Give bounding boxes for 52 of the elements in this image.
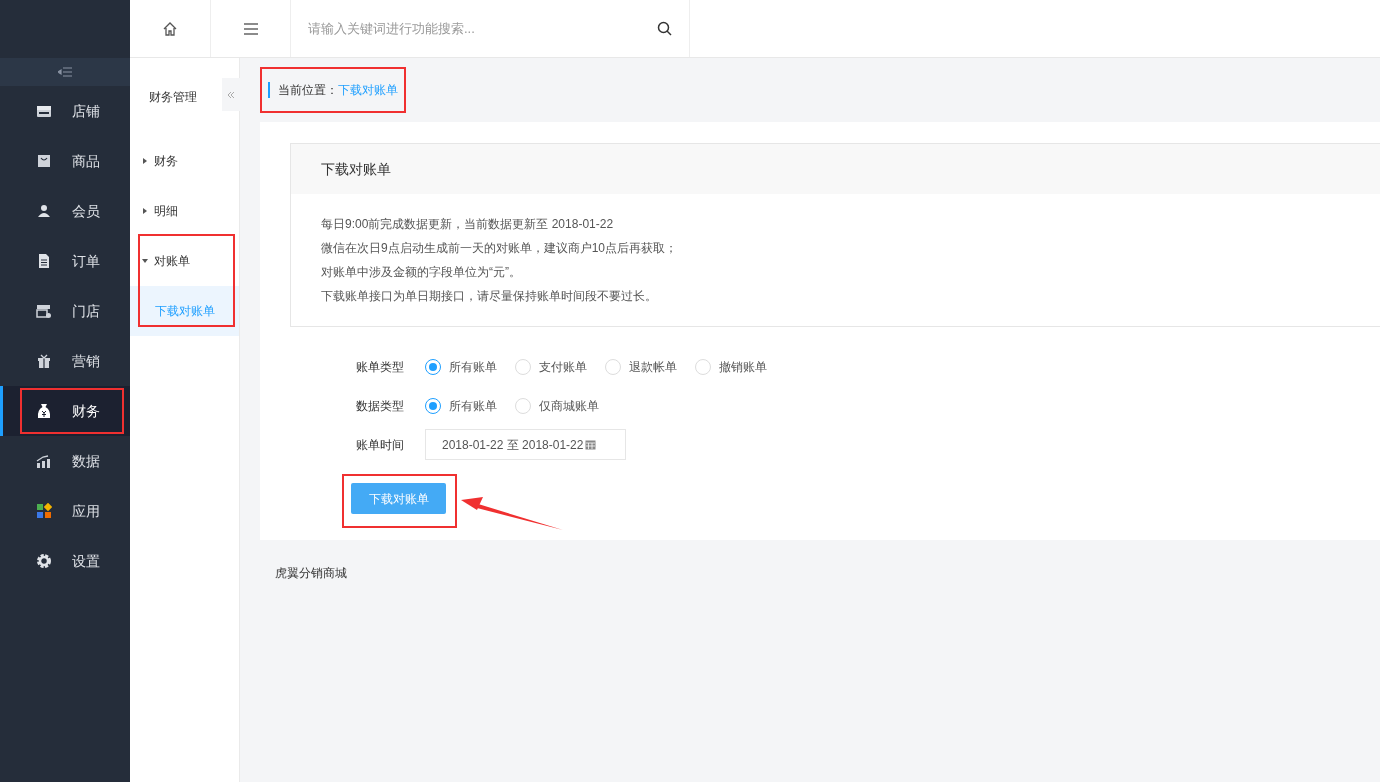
shop-icon [36, 303, 52, 319]
caret-right-icon [142, 158, 148, 164]
form-label: 账单时间 [356, 436, 405, 454]
bag-icon [36, 153, 52, 169]
search-field[interactable]: 请输入关键词进行功能搜索... [308, 18, 657, 39]
sidebar-item[interactable]: 应用 [72, 500, 100, 522]
footer-text: 虎翼分销商城 [275, 566, 347, 580]
notice-text: 每日9:00前完成数据更新，当前数据更新至 2018-01-22 [321, 216, 615, 233]
radio-label[interactable]: 退款帐单 [629, 357, 677, 376]
radio-label[interactable]: 支付账单 [539, 357, 587, 376]
collapse-menu-icon[interactable] [58, 67, 72, 77]
apps-icon [36, 503, 52, 519]
sidebar-item[interactable]: 店铺 [72, 100, 100, 122]
breadcrumb-label: 当前位置： [278, 82, 338, 99]
search-icon[interactable] [657, 21, 672, 36]
radio-label[interactable]: 仅商城账单 [539, 396, 599, 415]
caret-right-icon [142, 208, 148, 214]
sidebar-item[interactable]: 设置 [72, 550, 100, 572]
sidebar-item[interactable]: 商品 [72, 150, 100, 172]
date-range-field[interactable]: 2018-01-22 至 2018-01-22 [425, 429, 626, 460]
submenu-group[interactable]: 对账单 [154, 252, 190, 270]
sidebar-item[interactable]: 门店 [72, 300, 100, 322]
bar-chart-icon [36, 453, 52, 469]
submenu-group[interactable]: 明细 [154, 202, 178, 220]
user-icon [36, 203, 52, 219]
money-bag-icon [36, 403, 52, 419]
menu-icon[interactable] [242, 22, 259, 35]
caret-down-icon [142, 258, 148, 264]
notice-title: 下载对账单 [321, 159, 391, 179]
notice-text: 微信在次日9点启动生成前一天的对账单，建议商户10点后再获取； [321, 240, 679, 257]
notice-text: 对账单中涉及金额的字段单位为“元”。 [321, 264, 522, 281]
sidebar-item[interactable]: 订单 [72, 250, 100, 272]
radio-label[interactable]: 所有账单 [449, 396, 497, 415]
store-icon [36, 103, 52, 119]
gift-icon [36, 353, 52, 369]
radio-label[interactable]: 所有账单 [449, 357, 497, 376]
notice-text: 下载账单接口为单日期接口，请尽量保持账单时间段不要过长。 [321, 288, 658, 305]
settings-icon [36, 553, 52, 569]
form-label: 账单类型 [356, 358, 405, 376]
home-icon[interactable] [162, 20, 178, 37]
active-indicator [0, 386, 3, 436]
form-label: 数据类型 [356, 397, 405, 415]
sidebar-item[interactable]: 数据 [72, 450, 100, 472]
sidebar-item[interactable]: 会员 [72, 200, 100, 222]
sidebar-item[interactable]: 财务 [72, 400, 100, 422]
submenu-group[interactable]: 财务 [154, 152, 178, 170]
document-icon [36, 253, 52, 269]
calendar-icon [585, 439, 597, 450]
radio-label[interactable]: 撤销账单 [719, 357, 767, 376]
sidebar-item[interactable]: 营销 [72, 350, 100, 372]
double-chevron-icon [227, 90, 235, 99]
submenu-title: 财务管理 [149, 89, 197, 106]
